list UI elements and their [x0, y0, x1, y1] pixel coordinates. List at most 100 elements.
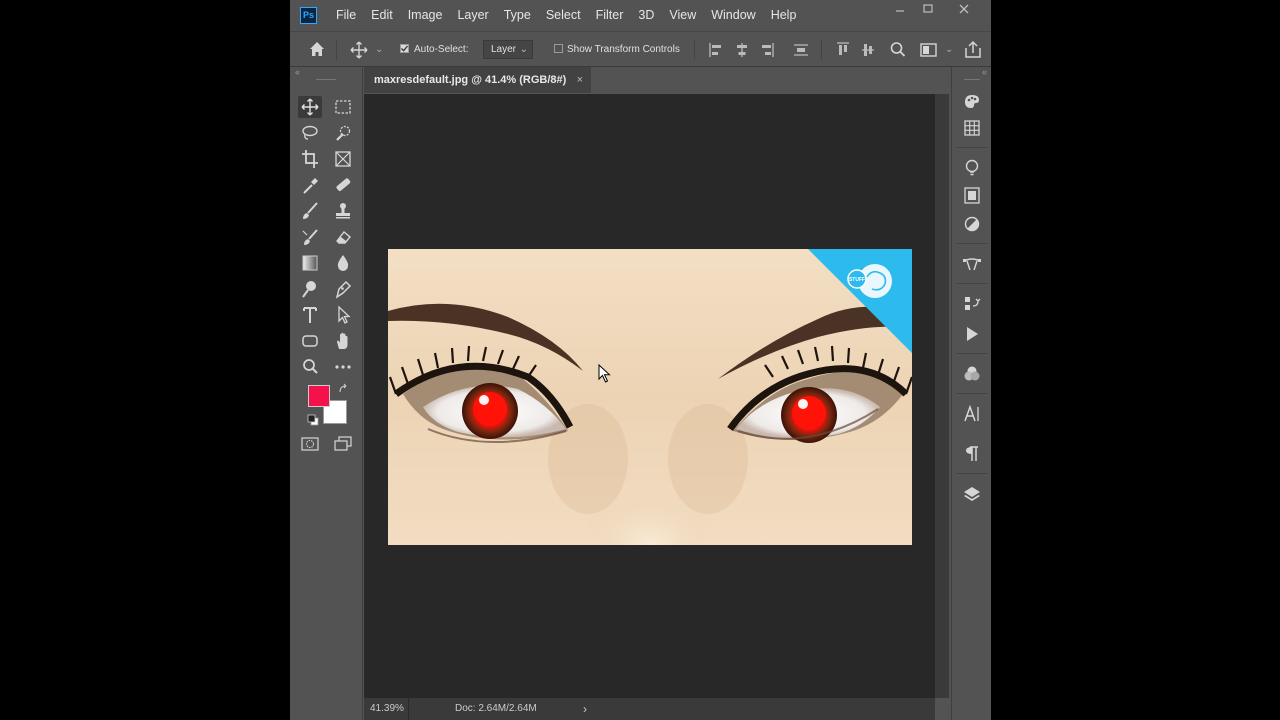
workspace-chevron-icon[interactable]: ⌄ — [945, 32, 953, 68]
divider — [956, 353, 988, 354]
eyes-photo: STUFF — [388, 249, 912, 545]
crop-icon[interactable] — [298, 148, 322, 170]
divider — [956, 283, 988, 284]
search-icon[interactable] — [890, 32, 906, 68]
marquee-icon[interactable] — [331, 96, 355, 118]
learn-icon[interactable] — [960, 157, 984, 179]
more-tools-icon[interactable] — [331, 356, 355, 378]
rectangle-icon[interactable] — [298, 330, 322, 352]
clone-stamp-icon[interactable] — [331, 200, 355, 222]
pen-icon[interactable] — [331, 278, 355, 300]
auto-select-dropdown[interactable]: Layer ⌄ — [483, 40, 533, 59]
zoom-level[interactable]: 41.39% — [370, 698, 404, 720]
quick-mask-icon[interactable] — [298, 433, 322, 455]
auto-select-label: Auto-Select: — [414, 44, 469, 55]
gradient-icon[interactable] — [298, 252, 322, 274]
menu-bar: File Edit Image Layer Type Select Filter… — [336, 0, 811, 31]
divider — [956, 147, 988, 148]
paths-icon[interactable] — [960, 253, 984, 275]
history-icon[interactable] — [960, 293, 984, 315]
frame-icon[interactable] — [331, 148, 355, 170]
show-transform-controls-label: Show Transform Controls — [567, 44, 680, 55]
document-size: Doc: 2.64M/2.64M — [455, 703, 537, 714]
minimize-icon[interactable] — [886, 3, 914, 19]
menu-edit[interactable]: Edit — [371, 0, 393, 31]
channels-icon[interactable] — [960, 363, 984, 385]
document-tab-title: maxresdefault.jpg @ 41.4% (RGB/8#) — [374, 74, 567, 86]
close-tab-icon[interactable]: × — [577, 67, 583, 93]
drag-handle[interactable] — [316, 79, 336, 80]
align-top-icon[interactable] — [835, 32, 851, 68]
screen-mode-icon[interactable] — [331, 433, 355, 455]
actions-icon[interactable] — [960, 323, 984, 345]
layers-icon[interactable] — [960, 484, 984, 506]
distribute-icon[interactable] — [793, 32, 809, 68]
healing-brush-icon[interactable] — [331, 174, 355, 196]
auto-select-checkbox[interactable] — [400, 44, 409, 53]
menu-help[interactable]: Help — [771, 0, 797, 31]
move-icon[interactable] — [298, 96, 322, 118]
align-left-icon[interactable] — [708, 32, 724, 68]
quick-selection-icon[interactable] — [331, 122, 355, 144]
brush-icon[interactable] — [298, 200, 322, 222]
align-center-icon[interactable] — [734, 32, 750, 68]
menu-3d[interactable]: 3D — [638, 0, 654, 31]
menu-image[interactable]: Image — [408, 0, 443, 31]
divider — [956, 393, 988, 394]
divider — [408, 698, 409, 720]
align-right-icon[interactable] — [759, 32, 775, 68]
move-tool-preset-icon[interactable] — [350, 32, 368, 68]
preset-chevron-icon[interactable]: ⌄ — [375, 32, 383, 68]
workspace-icon[interactable] — [920, 32, 938, 68]
align-middle-icon[interactable] — [860, 32, 876, 68]
swatches-icon[interactable] — [960, 117, 984, 139]
photoshop-logo-icon: Ps — [300, 7, 317, 24]
document-tab[interactable]: maxresdefault.jpg @ 41.4% (RGB/8#) × — [364, 67, 591, 93]
foreground-color-swatch[interactable] — [308, 385, 330, 407]
paragraph-icon[interactable] — [960, 443, 984, 465]
dodge-icon[interactable] — [298, 278, 322, 300]
eyedropper-icon[interactable] — [298, 174, 322, 196]
maximize-icon[interactable] — [914, 3, 942, 19]
libraries-icon[interactable] — [960, 185, 984, 207]
close-icon[interactable] — [950, 3, 978, 19]
options-bar: ⌄ Auto-Select: Layer ⌄ Show Transform Co… — [290, 31, 991, 67]
menu-view[interactable]: View — [669, 0, 696, 31]
collapse-icon[interactable]: « — [290, 67, 367, 77]
status-bar: 41.39% Doc: 2.64M/2.64M › — [364, 698, 935, 720]
swap-colors-icon[interactable] — [338, 383, 350, 398]
menu-filter[interactable]: Filter — [596, 0, 624, 31]
share-icon[interactable] — [964, 32, 982, 68]
adjustments-icon[interactable] — [960, 213, 984, 235]
title-bar: Ps File Edit Image Layer Type Select Fil… — [290, 0, 991, 31]
path-selection-icon[interactable] — [331, 304, 355, 326]
drag-handle[interactable] — [964, 79, 980, 80]
divider — [821, 40, 822, 60]
document-image[interactable]: STUFF — [388, 249, 912, 545]
character-icon[interactable] — [960, 403, 984, 425]
panel-dock: « — [951, 67, 991, 720]
eraser-icon[interactable] — [331, 226, 355, 248]
type-icon[interactable] — [298, 304, 322, 326]
divider — [336, 40, 337, 60]
home-icon[interactable] — [308, 32, 326, 68]
divider — [956, 243, 988, 244]
menu-select[interactable]: Select — [546, 0, 581, 31]
zoom-icon[interactable] — [298, 356, 322, 378]
default-colors-icon[interactable] — [307, 414, 319, 429]
menu-file[interactable]: File — [336, 0, 356, 31]
color-icon[interactable] — [960, 90, 984, 112]
chevron-down-icon: ⌄ — [519, 44, 528, 55]
vertical-scrollbar[interactable] — [935, 94, 949, 698]
menu-layer[interactable]: Layer — [457, 0, 488, 31]
menu-type[interactable]: Type — [504, 0, 531, 31]
lasso-icon[interactable] — [298, 122, 322, 144]
hand-icon[interactable] — [331, 330, 355, 352]
blur-icon[interactable] — [331, 252, 355, 274]
show-transform-controls-checkbox[interactable] — [554, 44, 563, 53]
history-brush-icon[interactable] — [298, 226, 322, 248]
status-menu-arrow[interactable]: › — [583, 698, 587, 720]
tools-panel: « — [290, 67, 363, 720]
collapse-icon[interactable]: « — [982, 67, 987, 77]
menu-window[interactable]: Window — [711, 0, 755, 31]
